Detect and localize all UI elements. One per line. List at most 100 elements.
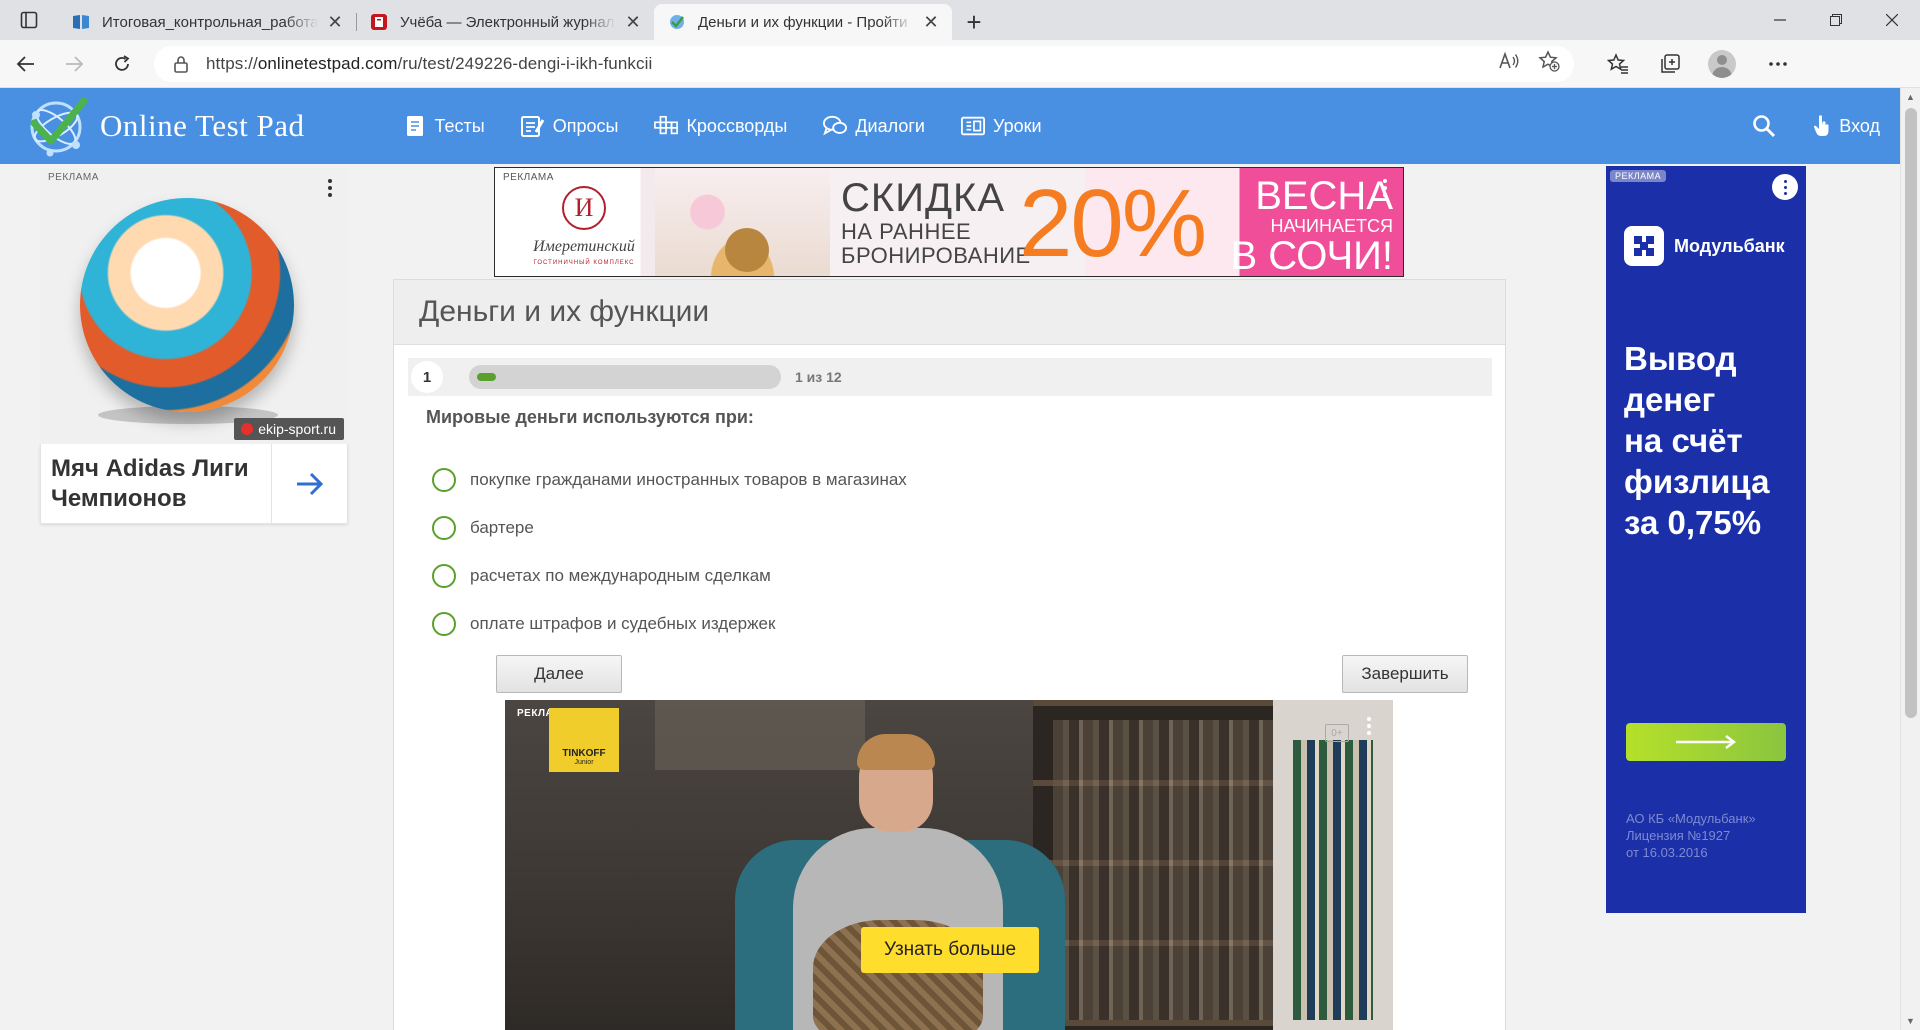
banner-discount-word: СКИДКА bbox=[841, 176, 1006, 220]
brand-name: TINKOFF bbox=[562, 748, 606, 759]
ad-label: РЕКЛАМА bbox=[48, 172, 99, 183]
nav-label: Кроссворды bbox=[686, 115, 788, 136]
ad-product-title: Мяч Adidas Лиги Чемпионов bbox=[51, 454, 249, 512]
profile-button[interactable] bbox=[1700, 44, 1744, 84]
nav-dialogs[interactable]: Диалоги bbox=[823, 114, 925, 138]
radio-button[interactable] bbox=[432, 468, 456, 492]
favorites-button[interactable] bbox=[1596, 44, 1640, 84]
question-text: Мировые деньги используются при: bbox=[426, 407, 754, 427]
spring-line-2: НАЧИНАЕТСЯ bbox=[1270, 216, 1393, 236]
collections-button[interactable] bbox=[1648, 44, 1692, 84]
nav-lessons[interactable]: Уроки bbox=[960, 114, 1042, 138]
document-icon bbox=[403, 114, 427, 138]
answer-option-1[interactable]: покупке гражданами иностранных товаров в… bbox=[432, 456, 907, 504]
reload-button[interactable] bbox=[100, 44, 144, 84]
restore-button[interactable] bbox=[1808, 0, 1864, 40]
online-test-pad-favicon bbox=[668, 13, 686, 31]
next-button[interactable]: Далее bbox=[496, 655, 622, 693]
answer-option-4[interactable]: оплате штрафов и судебных издержек bbox=[432, 600, 907, 648]
hotel-name: Имеретинский bbox=[533, 238, 635, 255]
learn-more-button[interactable]: Узнать больше bbox=[861, 927, 1039, 973]
radio-button[interactable] bbox=[432, 612, 456, 636]
ad-arrow-button[interactable] bbox=[1626, 723, 1786, 761]
left-ad[interactable]: РЕКЛАМА ekip-sport.ru Мяч Adidas Лиги Че… bbox=[40, 168, 348, 524]
ad-headline: Вывод денег на счёт физлица за 0,75% bbox=[1624, 340, 1770, 541]
login-link[interactable]: Вход bbox=[1813, 114, 1880, 138]
ad-options-icon[interactable] bbox=[1375, 176, 1395, 200]
close-tab-icon[interactable]: ✕ bbox=[920, 11, 942, 33]
url-text: https://onlinetestpad.com/ru/test/249226… bbox=[206, 54, 1498, 74]
new-tab-button[interactable]: + bbox=[952, 4, 996, 40]
forward-button[interactable] bbox=[52, 44, 96, 84]
more-horizontal-icon bbox=[1769, 61, 1787, 66]
ad-legal-text: АО КБ «Модульбанк» Лицензия №1927 от 16.… bbox=[1626, 811, 1756, 860]
page-scrollbar[interactable]: ▲ ▼ bbox=[1900, 88, 1920, 1030]
hand-pointer-icon bbox=[1813, 114, 1831, 138]
nav-label: Уроки bbox=[992, 115, 1042, 136]
close-icon bbox=[1886, 14, 1898, 26]
top-banner-ad[interactable]: РЕКЛАМА И Имеретинский ГОСТИНИЧНЫЙ КОМПЛ… bbox=[494, 167, 1404, 277]
star-plus-icon bbox=[1538, 50, 1560, 72]
site-logo[interactable]: Online Test Pad bbox=[24, 93, 305, 159]
url-host: onlinetestpad.com bbox=[257, 53, 398, 73]
url-scheme: https:// bbox=[206, 53, 258, 73]
close-tab-icon[interactable]: ✕ bbox=[622, 11, 644, 33]
back-button[interactable] bbox=[4, 44, 48, 84]
answer-option-3[interactable]: расчетах по международным сделкам bbox=[432, 552, 907, 600]
browser-tab-3-active[interactable]: Деньги и их функции - Пройти ✕ bbox=[654, 4, 952, 40]
age-rating-badge: 0+ bbox=[1325, 724, 1349, 742]
avatar bbox=[1708, 49, 1736, 78]
login-label: Вход bbox=[1839, 115, 1880, 136]
radio-button[interactable] bbox=[432, 564, 456, 588]
banner-photo bbox=[655, 168, 830, 276]
close-tab-icon[interactable]: ✕ bbox=[324, 11, 346, 33]
url-field[interactable]: https://onlinetestpad.com/ru/test/249226… bbox=[154, 45, 1574, 82]
radio-button[interactable] bbox=[432, 516, 456, 540]
collections-icon bbox=[1661, 53, 1680, 73]
answer-label: покупке гражданами иностранных товаров в… bbox=[470, 470, 907, 489]
ad-options-icon[interactable] bbox=[1359, 714, 1379, 738]
finish-button[interactable]: Завершить bbox=[1342, 655, 1468, 693]
ad-source-badge: ekip-sport.ru bbox=[234, 418, 344, 440]
answer-label: расчетах по международным сделкам bbox=[470, 566, 771, 585]
ad-options-icon[interactable] bbox=[1772, 174, 1798, 200]
scroll-down-icon[interactable]: ▼ bbox=[1906, 1016, 1915, 1026]
modulbank-mark-icon bbox=[1624, 226, 1664, 266]
video-ad[interactable]: РЕКЛАМА TINKOFF Junior 0+ Узнать больше bbox=[505, 700, 1393, 1030]
plus-icon: + bbox=[966, 6, 982, 37]
browser-address-bar: https://onlinetestpad.com/ru/test/249226… bbox=[0, 40, 1920, 88]
hotel-subtitle: ГОСТИНИЧНЫЙ КОМПЛЕКС bbox=[533, 260, 635, 266]
ad-arrow-button[interactable] bbox=[271, 443, 347, 524]
left-ad-caption[interactable]: Мяч Adidas Лиги Чемпионов bbox=[40, 443, 348, 524]
ad-options-icon[interactable] bbox=[320, 176, 340, 200]
answer-option-2[interactable]: бартере bbox=[432, 504, 907, 552]
banner-percent: 20% bbox=[1019, 170, 1207, 277]
read-aloud-icon bbox=[1499, 51, 1519, 69]
nav-surveys[interactable]: Опросы bbox=[520, 114, 618, 138]
tab-title: Итоговая_контрольная_работа bbox=[102, 13, 318, 31]
tab-actions-button[interactable] bbox=[0, 0, 58, 40]
browser-tab-bar: Итоговая_контрольная_работа ✕ Учёба — Эл… bbox=[0, 0, 1920, 40]
tab-actions-icon bbox=[20, 11, 38, 29]
close-window-button[interactable] bbox=[1864, 0, 1920, 40]
journal-icon bbox=[370, 13, 388, 31]
scroll-up-icon[interactable]: ▲ bbox=[1906, 92, 1915, 102]
nav-crosswords[interactable]: Кроссворды bbox=[654, 114, 787, 138]
add-favorite-button[interactable] bbox=[1538, 50, 1560, 77]
settings-menu-button[interactable] bbox=[1756, 44, 1800, 84]
minimize-button[interactable] bbox=[1752, 0, 1808, 40]
nav-tests[interactable]: Тесты bbox=[403, 114, 485, 138]
right-ad[interactable]: РЕКЛАМА Модульбанк Вывод денег на счёт ф… bbox=[1606, 166, 1806, 913]
lock-icon bbox=[170, 53, 192, 75]
brand-sub: Junior bbox=[574, 759, 594, 766]
scrollbar-thumb[interactable] bbox=[1905, 108, 1917, 718]
header-actions: Вход bbox=[1749, 111, 1880, 141]
site-search-button[interactable] bbox=[1749, 111, 1779, 141]
left-ad-image[interactable]: РЕКЛАМА ekip-sport.ru bbox=[40, 168, 348, 444]
browser-tab-2[interactable]: Учёба — Электронный журнал ✕ bbox=[356, 4, 654, 40]
ad-label: РЕКЛАМА bbox=[503, 172, 554, 183]
read-aloud-button[interactable] bbox=[1498, 51, 1520, 76]
browser-tab-1[interactable]: Итоговая_контрольная_работа ✕ bbox=[58, 4, 356, 40]
book-icon bbox=[72, 13, 90, 31]
video-white-shelf bbox=[1273, 700, 1393, 1030]
